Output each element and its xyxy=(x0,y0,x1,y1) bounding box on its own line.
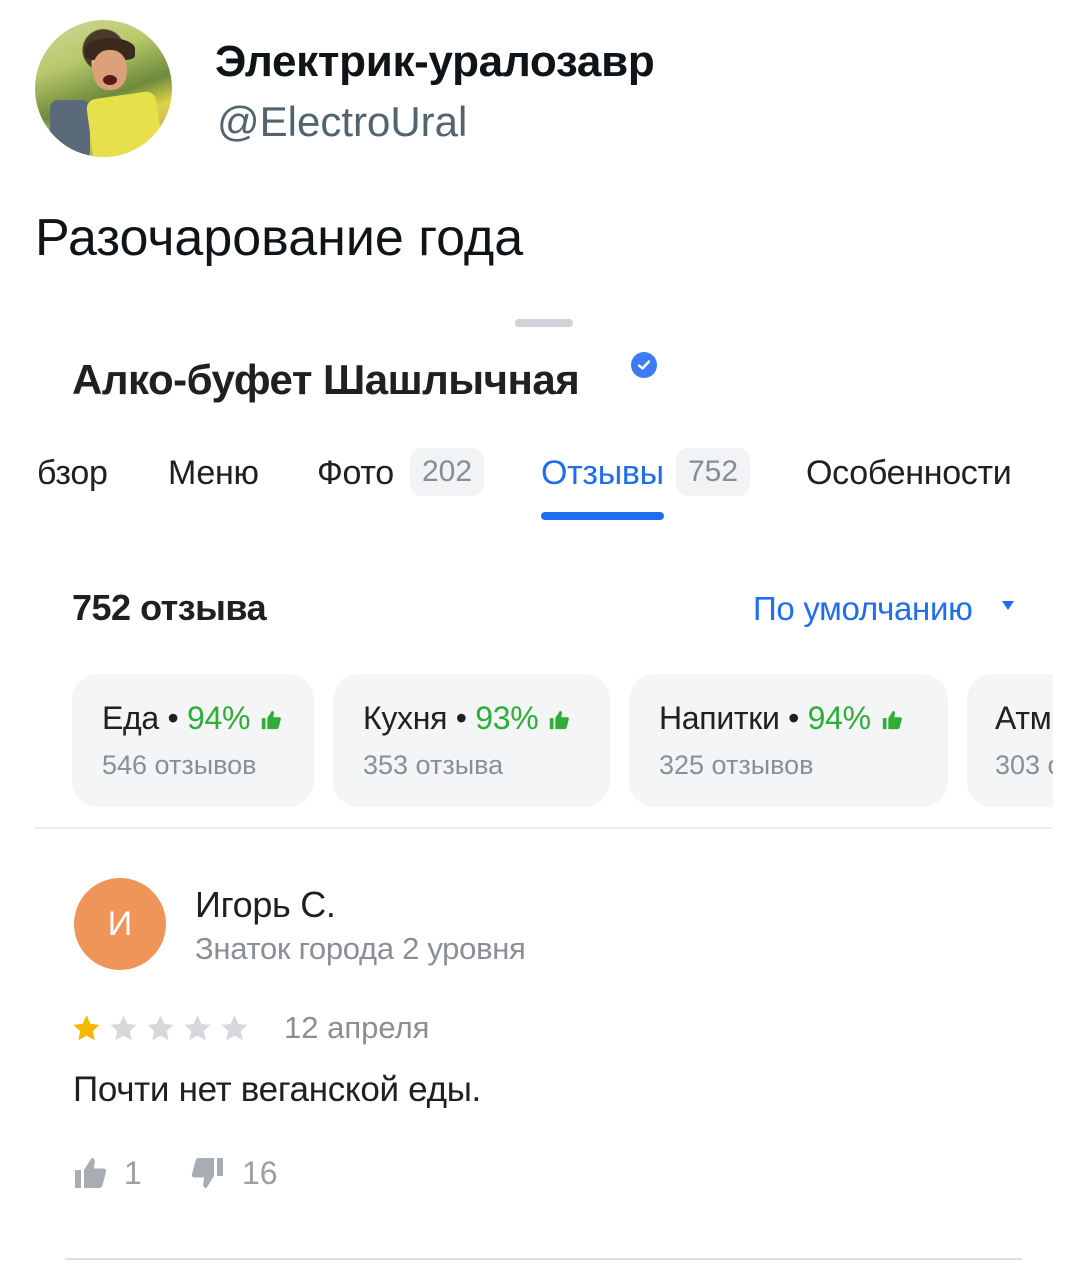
tab-photo[interactable]: Фото xyxy=(317,454,394,493)
star-filled-icon xyxy=(73,1015,100,1041)
aspect-card-kitchen[interactable]: Кухня • 93% 353 отзыва xyxy=(333,674,610,807)
aspect-percent: 93% xyxy=(475,700,539,736)
thumbs-up-icon xyxy=(550,710,570,730)
divider xyxy=(35,827,1052,829)
author-avatar[interactable] xyxy=(35,20,172,157)
star-empty-icon xyxy=(184,1015,211,1041)
aspect-reviews: 353 отзыва xyxy=(363,750,504,780)
verified-icon xyxy=(631,352,657,378)
thumbs-up-icon xyxy=(882,710,902,730)
aspect-name: Еда xyxy=(102,700,159,736)
aspect-percent: 94% xyxy=(807,700,871,736)
tab-features[interactable]: Особенности xyxy=(806,454,1012,493)
aspect-reviews: 325 отзывов xyxy=(659,750,814,780)
aspect-percent: 94% xyxy=(187,700,251,736)
aspect-name: Напитки xyxy=(659,700,780,736)
aspect-reviews: 303 о xyxy=(995,750,1053,780)
thumbs-down-icon[interactable] xyxy=(190,1155,226,1191)
place-title: Алко-буфет Шашлычная xyxy=(72,356,580,403)
reviews-total: 752 отзыва xyxy=(72,587,267,628)
aspect-reviews: 546 отзывов xyxy=(102,750,257,780)
aspect-name: Атм xyxy=(995,700,1052,736)
tweet-text: Разочарование года xyxy=(35,209,524,267)
aspect-card-atmosphere[interactable]: Атм 303 о xyxy=(967,674,1053,807)
dislike-count: 16 xyxy=(242,1155,278,1191)
chevron-down-icon[interactable] xyxy=(1002,601,1014,610)
active-tab-indicator xyxy=(541,512,664,520)
like-count: 1 xyxy=(124,1155,142,1191)
star-empty-icon xyxy=(147,1015,174,1041)
aspect-card-food[interactable]: Еда • 94% 546 отзывов xyxy=(72,674,314,807)
author-handle[interactable]: @ElectroUral xyxy=(217,98,467,146)
rating-stars xyxy=(70,1012,251,1046)
star-empty-icon xyxy=(221,1015,248,1041)
thumbs-up-icon xyxy=(262,710,282,730)
review-text: Почти нет веганской еды. xyxy=(73,1070,481,1109)
tab-reviews[interactable]: Отзывы xyxy=(541,454,664,493)
aspect-card-drinks[interactable]: Напитки • 94% 325 отзывов xyxy=(629,674,948,807)
divider xyxy=(65,1258,1022,1260)
review-author[interactable]: Игорь С. xyxy=(195,884,336,926)
tab-overview[interactable]: бзор xyxy=(37,454,108,493)
review-author-level: Знаток города 2 уровня xyxy=(195,931,526,966)
sort-dropdown[interactable]: По умолчанию xyxy=(753,590,973,628)
author-name[interactable]: Электрик-уралозавр xyxy=(215,37,655,87)
tab-menu[interactable]: Меню xyxy=(168,454,259,493)
avatar[interactable]: И xyxy=(74,878,166,970)
thumbs-up-icon[interactable] xyxy=(72,1155,108,1191)
sheet-grabber[interactable] xyxy=(515,319,573,327)
review-date: 12 апреля xyxy=(284,1010,430,1045)
aspect-name: Кухня xyxy=(363,700,448,736)
tab-photo-count: 202 xyxy=(410,448,485,496)
tab-reviews-count: 752 xyxy=(676,448,751,496)
star-empty-icon xyxy=(110,1015,137,1041)
